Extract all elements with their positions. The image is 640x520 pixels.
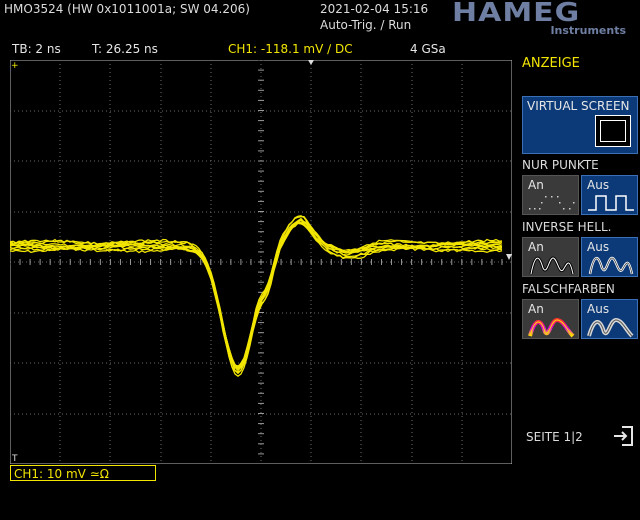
grayscale-waveform-icon bbox=[587, 317, 634, 338]
nur-punkte-aus-text: Aus bbox=[587, 178, 610, 192]
false-color-waveform-icon bbox=[528, 317, 575, 338]
nur-punkte-an-button[interactable]: An bbox=[522, 175, 579, 215]
dots-waveform-icon bbox=[529, 196, 575, 210]
falschfarben-an-button[interactable]: An bbox=[522, 299, 579, 339]
logo-sub: Instruments bbox=[550, 24, 626, 37]
inverse-waveform-icon bbox=[529, 256, 575, 275]
date-time: 2021-02-04 15:16 bbox=[320, 2, 429, 16]
virtual-screen-label: VIRTUAL SCREEN bbox=[527, 99, 630, 113]
trigger-mode: Auto-Trig. / Run bbox=[320, 18, 412, 32]
waveform-display[interactable]: 1 + T bbox=[2, 59, 513, 465]
timebase-readout[interactable]: TB: 2 ns bbox=[12, 42, 61, 58]
menu-title: ANZEIGE bbox=[522, 56, 580, 71]
graticule: 1 + T bbox=[2, 59, 513, 465]
nur-punkte-label: NUR PUNKTE bbox=[522, 158, 599, 172]
virtual-screen-icon bbox=[595, 115, 631, 147]
square-waveform-icon bbox=[588, 195, 634, 211]
falschfarben-an-text: An bbox=[528, 302, 544, 316]
inverse-hell-label: INVERSE HELL. bbox=[522, 220, 612, 234]
trigger-level-readout[interactable]: CH1: -118.1 mV ∕ DC bbox=[228, 42, 353, 58]
nur-punkte-aus-button[interactable]: Aus bbox=[581, 175, 638, 215]
top-bar: HMO3524 (HW 0x1011001a; SW 04.206) 2021-… bbox=[0, 0, 640, 40]
falschfarben-aus-button[interactable]: Aus bbox=[581, 299, 638, 339]
falschfarben-label: FALSCHFARBEN bbox=[522, 282, 615, 296]
inverse-hell-an-button[interactable]: An bbox=[522, 237, 579, 277]
inverse-hell-aus-button[interactable]: Aus bbox=[581, 237, 638, 277]
hameg-logo: HAMEG Instruments bbox=[452, 0, 632, 38]
falschfarben-aus-text: Aus bbox=[587, 302, 610, 316]
inverse-hell-aus-text: Aus bbox=[587, 240, 610, 254]
normal-waveform-icon bbox=[588, 256, 634, 275]
virtual-screen-button[interactable]: VIRTUAL SCREEN bbox=[522, 96, 638, 154]
device-info: HMO3524 (HW 0x1011001a; SW 04.206) bbox=[4, 2, 250, 16]
exit-icon[interactable] bbox=[612, 424, 636, 448]
channel-1-scale-label[interactable]: CH1: 10 mV ≃Ω bbox=[10, 465, 156, 481]
page-indicator[interactable]: SEITE 1|2 bbox=[526, 430, 583, 444]
sample-rate-readout: 4 GSa bbox=[410, 42, 446, 56]
top-left-marker: + bbox=[11, 61, 19, 71]
inverse-hell-an-text: An bbox=[528, 240, 544, 254]
trigger-position-readout[interactable]: T: 26.25 ns bbox=[92, 42, 158, 58]
bottom-left-marker: T bbox=[11, 454, 18, 464]
nur-punkte-an-text: An bbox=[528, 178, 544, 192]
